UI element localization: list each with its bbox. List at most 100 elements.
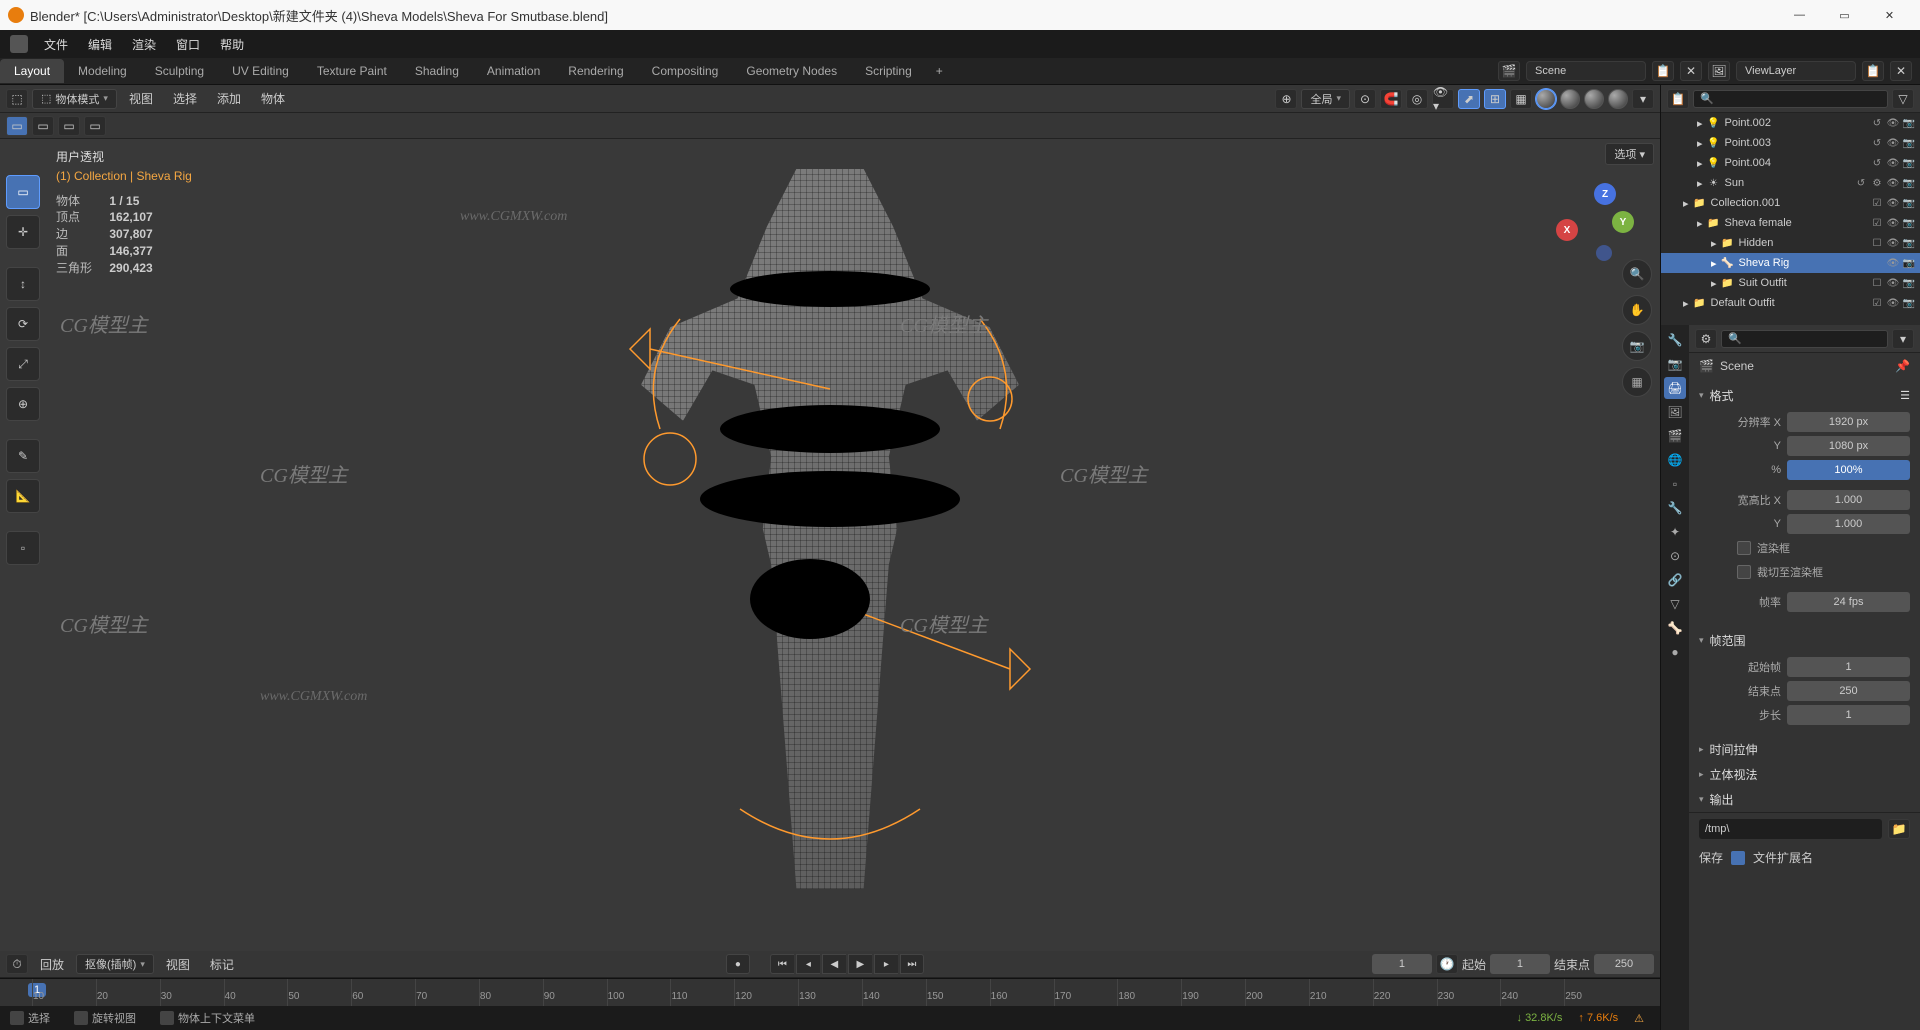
select-mode-2[interactable]: ▭ bbox=[32, 116, 54, 136]
workspace-tab-compositing[interactable]: Compositing bbox=[638, 59, 733, 83]
prop-tab-viewlayer[interactable]: 🖼 bbox=[1664, 401, 1686, 423]
workspace-tab-modeling[interactable]: Modeling bbox=[64, 59, 141, 83]
render-region-check[interactable] bbox=[1737, 541, 1751, 555]
timeline-track[interactable]: 1 10203040506070809010011012013014015016… bbox=[0, 978, 1660, 1006]
prop-tab-object[interactable]: ▫ bbox=[1664, 473, 1686, 495]
3d-viewport[interactable]: 选项 ▾ ▭ ✛ ↕ ⟳ ⤢ ⊕ ✎ 📐 ▫ 用户透视 (1) Collecti… bbox=[0, 139, 1660, 951]
outliner-editor-type[interactable]: 📋 bbox=[1667, 89, 1689, 109]
outliner-toggle[interactable]: ☐ bbox=[1870, 236, 1884, 250]
workspace-tab-scripting[interactable]: Scripting bbox=[851, 59, 926, 83]
tool-rotate[interactable]: ⟳ bbox=[6, 307, 40, 341]
snap-button[interactable]: 🧲 bbox=[1380, 89, 1402, 109]
outliner-tree[interactable]: ▸ 💡Point.002↺👁📷▸ 💡Point.003↺👁📷▸ 💡Point.0… bbox=[1661, 113, 1920, 325]
prop-tab-data[interactable]: ▽ bbox=[1664, 593, 1686, 615]
gizmo-neg-z[interactable] bbox=[1596, 245, 1612, 261]
start-frame-field[interactable]: 1 bbox=[1490, 954, 1550, 974]
visibility-dropdown[interactable]: 👁▾ bbox=[1432, 89, 1454, 109]
frame-end-field[interactable]: 250 bbox=[1787, 681, 1910, 701]
gizmo-x-axis[interactable]: X bbox=[1556, 219, 1578, 241]
workspace-tab-rendering[interactable]: Rendering bbox=[554, 59, 637, 83]
outliner-toggle[interactable]: 📷 bbox=[1902, 196, 1916, 210]
res-y-field[interactable]: 1080 px bbox=[1787, 436, 1910, 456]
jump-start-button[interactable]: ⏮ bbox=[770, 954, 794, 974]
panel-time-stretch[interactable]: 时间拉伸 bbox=[1689, 737, 1920, 762]
outliner-toggle[interactable]: ⚙ bbox=[1870, 176, 1884, 190]
outliner-toggle[interactable]: 📷 bbox=[1902, 256, 1916, 270]
menu-help[interactable]: 帮助 bbox=[210, 32, 254, 57]
outliner-row[interactable]: ▸ 📁Collection.001☑👁📷 bbox=[1661, 193, 1920, 213]
outliner-filter-button[interactable]: ▽ bbox=[1892, 89, 1914, 109]
timeline-menu-playback[interactable]: 回放 bbox=[32, 953, 72, 976]
prop-tab-modifier[interactable]: 🔧 bbox=[1664, 497, 1686, 519]
options-dropdown[interactable]: 选项 ▾ bbox=[1605, 143, 1654, 165]
outliner-toggle[interactable]: 📷 bbox=[1902, 156, 1916, 170]
prop-tab-world[interactable]: 🌐 bbox=[1664, 449, 1686, 471]
prop-tab-material[interactable]: ● bbox=[1664, 641, 1686, 663]
outliner-toggle[interactable]: ☑ bbox=[1870, 196, 1884, 210]
shading-wireframe[interactable] bbox=[1536, 89, 1556, 109]
outliner-toggle[interactable]: ☑ bbox=[1870, 216, 1884, 230]
outliner-toggle[interactable]: 📷 bbox=[1902, 276, 1916, 290]
workspace-tab-layout[interactable]: Layout bbox=[0, 59, 64, 83]
properties-options[interactable]: ▾ bbox=[1892, 329, 1914, 349]
scene-new-button[interactable]: 📋 bbox=[1652, 61, 1674, 81]
prev-key-button[interactable]: ◂ bbox=[796, 954, 820, 974]
current-frame-field[interactable]: 1 bbox=[1372, 954, 1432, 974]
camera-view-button[interactable]: 📷 bbox=[1622, 331, 1652, 361]
prop-tab-physics[interactable]: ⊙ bbox=[1664, 545, 1686, 567]
scene-browse-icon[interactable]: 🎬 bbox=[1498, 61, 1520, 81]
properties-search[interactable]: 🔍 bbox=[1721, 330, 1888, 348]
tool-scale[interactable]: ⤢ bbox=[6, 347, 40, 381]
outliner-toggle[interactable]: 👁 bbox=[1886, 276, 1900, 290]
add-workspace-button[interactable]: + bbox=[926, 60, 953, 82]
outliner-toggle[interactable]: 👁 bbox=[1886, 256, 1900, 270]
tool-annotate[interactable]: ✎ bbox=[6, 439, 40, 473]
play-button[interactable]: ▶ bbox=[848, 954, 872, 974]
play-reverse-button[interactable]: ◀ bbox=[822, 954, 846, 974]
outliner-toggle[interactable]: ↺ bbox=[1854, 176, 1868, 190]
shading-rendered[interactable] bbox=[1608, 89, 1628, 109]
minimize-button[interactable]: — bbox=[1777, 0, 1822, 30]
timeline-editor-type[interactable]: ⏱ bbox=[6, 954, 28, 974]
outliner-toggle[interactable]: 📷 bbox=[1902, 216, 1916, 230]
blender-icon[interactable] bbox=[10, 35, 28, 53]
outliner-row[interactable]: ▸ 💡Point.002↺👁📷 bbox=[1661, 113, 1920, 133]
viewport-menu-select[interactable]: 选择 bbox=[165, 87, 205, 110]
jump-end-button[interactable]: ⏭ bbox=[900, 954, 924, 974]
clock-icon[interactable]: 🕐 bbox=[1436, 954, 1458, 974]
viewlayer-browse-icon[interactable]: 🖼 bbox=[1708, 61, 1730, 81]
outliner-row[interactable]: ▸ 📁Suit Outfit☐👁📷 bbox=[1661, 273, 1920, 293]
shading-options[interactable]: ▾ bbox=[1632, 89, 1654, 109]
next-key-button[interactable]: ▸ bbox=[874, 954, 898, 974]
outliner-toggle[interactable]: 📷 bbox=[1902, 176, 1916, 190]
outliner-row[interactable]: ▸ 💡Point.004↺👁📷 bbox=[1661, 153, 1920, 173]
outliner-toggle[interactable]: ☐ bbox=[1870, 276, 1884, 290]
outliner-search[interactable]: 🔍 bbox=[1693, 90, 1888, 108]
workspace-tab-sculpting[interactable]: Sculpting bbox=[141, 59, 218, 83]
outliner-row[interactable]: ▸ 🦴Sheva Rig👁📷 bbox=[1661, 253, 1920, 273]
frame-start-field[interactable]: 1 bbox=[1787, 657, 1910, 677]
overlay-toggle[interactable]: ⊞ bbox=[1484, 89, 1506, 109]
viewport-menu-view[interactable]: 视图 bbox=[121, 87, 161, 110]
maximize-button[interactable]: ▭ bbox=[1822, 0, 1867, 30]
workspace-tab-uv[interactable]: UV Editing bbox=[218, 59, 303, 83]
shading-material[interactable] bbox=[1584, 89, 1604, 109]
tool-transform[interactable]: ⊕ bbox=[6, 387, 40, 421]
viewport-menu-add[interactable]: 添加 bbox=[209, 87, 249, 110]
panel-output[interactable]: 输出 bbox=[1689, 787, 1920, 812]
outliner-toggle[interactable]: 👁 bbox=[1886, 296, 1900, 310]
pin-icon[interactable]: 📌 bbox=[1895, 359, 1910, 373]
editor-type-button[interactable]: ⬚ bbox=[6, 89, 28, 109]
orientation-icon[interactable]: ⊕ bbox=[1275, 89, 1297, 109]
outliner-toggle[interactable]: 👁 bbox=[1886, 216, 1900, 230]
workspace-tab-geonodes[interactable]: Geometry Nodes bbox=[732, 59, 851, 83]
outliner-row[interactable]: ▸ ☀Sun↺⚙👁📷 bbox=[1661, 173, 1920, 193]
outliner-toggle[interactable]: 👁 bbox=[1886, 116, 1900, 130]
workspace-tab-shading[interactable]: Shading bbox=[401, 59, 473, 83]
gizmo-y-axis[interactable]: Y bbox=[1612, 211, 1634, 233]
nav-gizmo[interactable]: Z Y X bbox=[1554, 183, 1636, 265]
res-x-field[interactable]: 1920 px bbox=[1787, 412, 1910, 432]
menu-render[interactable]: 渲染 bbox=[122, 32, 166, 57]
ortho-toggle-button[interactable]: ▦ bbox=[1622, 367, 1652, 397]
panel-format[interactable]: 格式 ☰ bbox=[1689, 383, 1920, 408]
